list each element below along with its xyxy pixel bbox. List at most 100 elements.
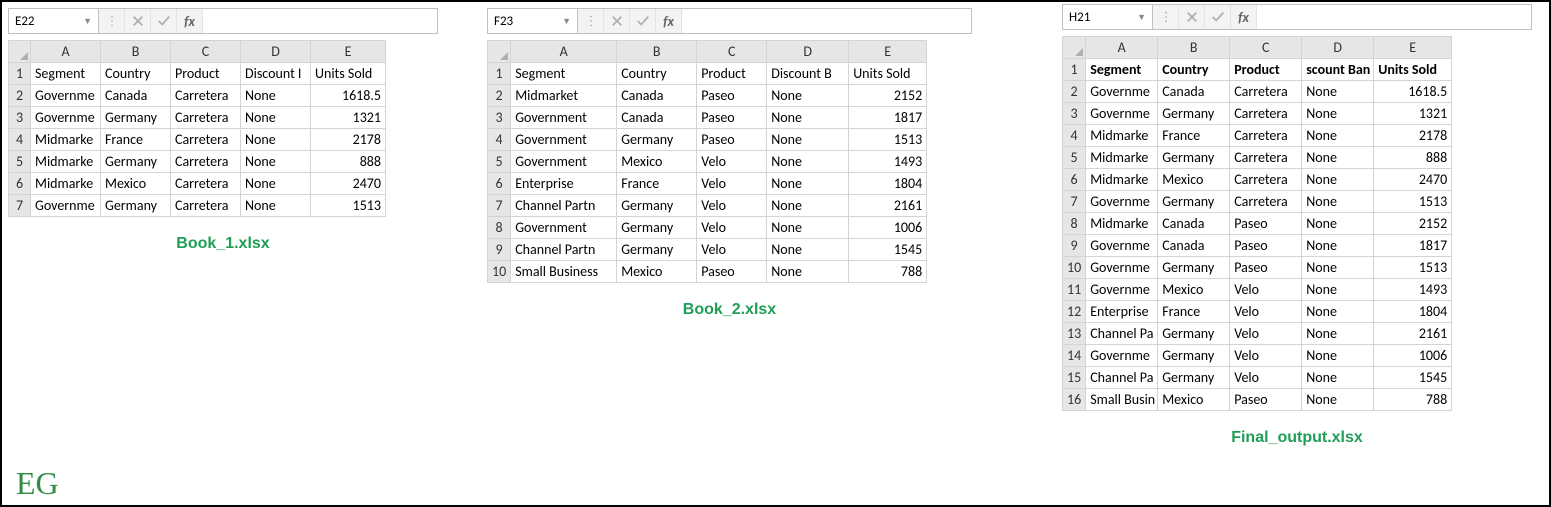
cell[interactable]: None: [1302, 81, 1374, 103]
cell[interactable]: Germany: [1158, 103, 1230, 125]
dots-icon[interactable]: [99, 9, 125, 33]
name-box[interactable]: H21▼: [1063, 5, 1153, 29]
col-header-D[interactable]: D: [1302, 37, 1374, 59]
cell[interactable]: 2152: [849, 85, 927, 107]
row-header-4[interactable]: 4: [488, 129, 511, 151]
cell[interactable]: None: [1302, 279, 1374, 301]
row-header-7[interactable]: 7: [488, 195, 511, 217]
cell[interactable]: None: [767, 261, 849, 283]
cell[interactable]: Canada: [1158, 81, 1230, 103]
cell[interactable]: Velo: [697, 173, 767, 195]
cell[interactable]: France: [1158, 301, 1230, 323]
formula-input[interactable]: [682, 9, 971, 33]
header-cell[interactable]: scount Ban: [1302, 59, 1374, 81]
col-header-A[interactable]: A: [511, 41, 617, 63]
cell[interactable]: Mexico: [1158, 279, 1230, 301]
cell[interactable]: 1493: [1374, 279, 1452, 301]
row-header-2[interactable]: 2: [488, 85, 511, 107]
cell[interactable]: Midmarket: [511, 85, 617, 107]
cell[interactable]: 1493: [849, 151, 927, 173]
row-header-4[interactable]: 4: [1063, 125, 1086, 147]
fx-button[interactable]: fx: [1231, 5, 1257, 29]
header-cell[interactable]: Discount I: [241, 63, 311, 85]
cell[interactable]: Germany: [101, 151, 171, 173]
col-header-D[interactable]: D: [767, 41, 849, 63]
dropdown-icon[interactable]: ▼: [1137, 12, 1146, 23]
cell[interactable]: 1804: [1374, 301, 1452, 323]
cell[interactable]: Velo: [1230, 367, 1302, 389]
header-cell[interactable]: Country: [101, 63, 171, 85]
cell[interactable]: 1513: [1374, 191, 1452, 213]
row-header-14[interactable]: 14: [1063, 345, 1086, 367]
row-header-10[interactable]: 10: [488, 261, 511, 283]
cancel-icon[interactable]: [1179, 5, 1205, 29]
col-header-A[interactable]: A: [1086, 37, 1158, 59]
cell[interactable]: Carretera: [171, 129, 241, 151]
cell[interactable]: Canada: [617, 85, 697, 107]
cell[interactable]: Governme: [1086, 345, 1158, 367]
row-header-9[interactable]: 9: [488, 239, 511, 261]
cell[interactable]: Governme: [31, 85, 101, 107]
row-header-2[interactable]: 2: [1063, 81, 1086, 103]
row-header-1[interactable]: 1: [9, 63, 31, 85]
header-cell[interactable]: Units Sold: [849, 63, 927, 85]
cell[interactable]: 788: [849, 261, 927, 283]
cell[interactable]: Government: [511, 107, 617, 129]
cell[interactable]: Velo: [697, 239, 767, 261]
cell[interactable]: 1545: [849, 239, 927, 261]
cell[interactable]: 1618.5: [1374, 81, 1452, 103]
cell[interactable]: Channel Partn: [511, 195, 617, 217]
cell[interactable]: None: [767, 173, 849, 195]
row-header-5[interactable]: 5: [1063, 147, 1086, 169]
cell[interactable]: 2470: [1374, 169, 1452, 191]
row-header-15[interactable]: 15: [1063, 367, 1086, 389]
cell[interactable]: Canada: [1158, 213, 1230, 235]
spreadsheet-grid[interactable]: ABCDE1SegmentCountryProductDiscount IUni…: [8, 40, 386, 217]
cell[interactable]: None: [767, 107, 849, 129]
cell[interactable]: Governme: [1086, 257, 1158, 279]
row-header-3[interactable]: 3: [488, 107, 511, 129]
cell[interactable]: 2161: [849, 195, 927, 217]
col-header-B[interactable]: B: [617, 41, 697, 63]
row-header-6[interactable]: 6: [9, 173, 31, 195]
cell[interactable]: Canada: [1158, 235, 1230, 257]
row-header-11[interactable]: 11: [1063, 279, 1086, 301]
cell[interactable]: Canada: [617, 107, 697, 129]
cell[interactable]: Germany: [101, 107, 171, 129]
col-header-C[interactable]: C: [697, 41, 767, 63]
cell[interactable]: Germany: [617, 129, 697, 151]
cell[interactable]: None: [241, 129, 311, 151]
cell[interactable]: Germany: [617, 217, 697, 239]
cell[interactable]: Germany: [617, 239, 697, 261]
cell[interactable]: Governme: [31, 195, 101, 217]
cell[interactable]: 1545: [1374, 367, 1452, 389]
cell[interactable]: Governme: [31, 107, 101, 129]
header-cell[interactable]: Segment: [1086, 59, 1158, 81]
cell[interactable]: Germany: [1158, 191, 1230, 213]
cell[interactable]: Channel Pa: [1086, 367, 1158, 389]
cell[interactable]: Government: [511, 129, 617, 151]
col-header-E[interactable]: E: [1374, 37, 1452, 59]
cell[interactable]: Germany: [1158, 345, 1230, 367]
header-cell[interactable]: Country: [1158, 59, 1230, 81]
cell[interactable]: None: [1302, 389, 1374, 411]
cell[interactable]: Germany: [1158, 147, 1230, 169]
cell[interactable]: Midmarke: [31, 129, 101, 151]
cell[interactable]: Carretera: [1230, 103, 1302, 125]
cell[interactable]: France: [1158, 125, 1230, 147]
cell[interactable]: Canada: [101, 85, 171, 107]
cell[interactable]: Germany: [1158, 323, 1230, 345]
header-cell[interactable]: Segment: [31, 63, 101, 85]
cell[interactable]: Midmarke: [1086, 147, 1158, 169]
cell[interactable]: None: [1302, 323, 1374, 345]
cell[interactable]: Velo: [697, 217, 767, 239]
cell[interactable]: Mexico: [101, 173, 171, 195]
cell[interactable]: Carretera: [171, 195, 241, 217]
header-cell[interactable]: Product: [1230, 59, 1302, 81]
row-header-9[interactable]: 9: [1063, 235, 1086, 257]
cell[interactable]: None: [1302, 367, 1374, 389]
col-header-B[interactable]: B: [1158, 37, 1230, 59]
col-header-E[interactable]: E: [311, 41, 386, 63]
enter-icon[interactable]: [630, 9, 656, 33]
cell[interactable]: Carretera: [171, 173, 241, 195]
